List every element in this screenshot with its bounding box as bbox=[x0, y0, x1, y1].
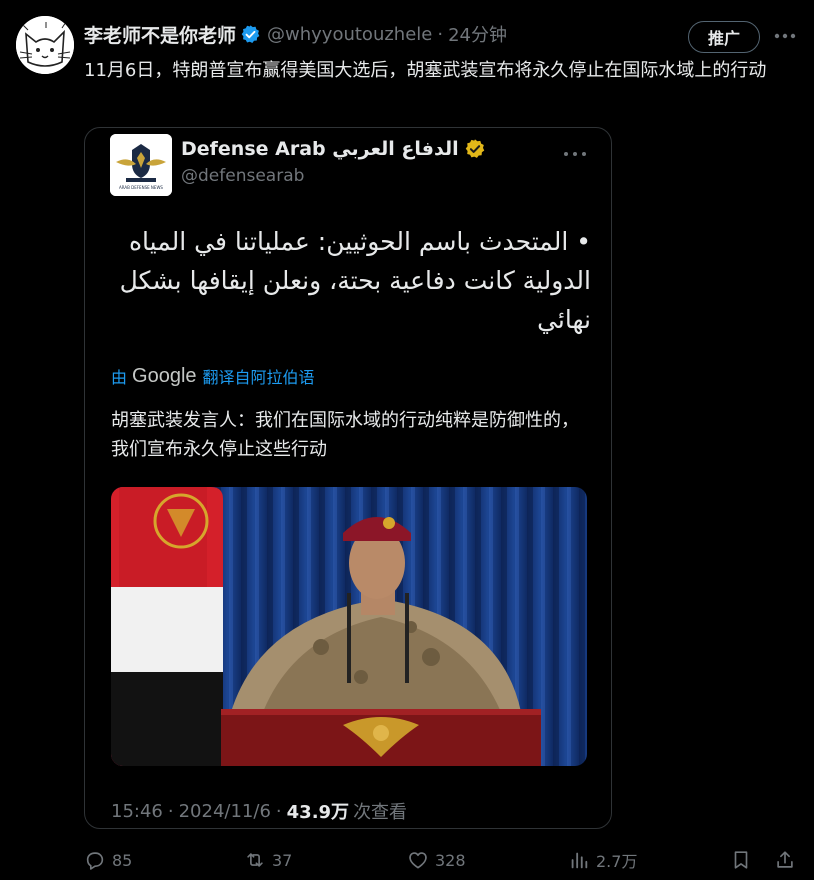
quoted-header: Defense Arab الدفاع العربي bbox=[181, 138, 486, 160]
separator-dot: · bbox=[275, 800, 282, 822]
views-count: 2.7万 bbox=[596, 852, 638, 871]
bookmark-button[interactable] bbox=[730, 846, 752, 874]
translated-by-label: 由 bbox=[111, 368, 128, 387]
quoted-post-date[interactable]: 2024/11/6 bbox=[179, 801, 271, 822]
quoted-post-meta: 15:46 · 2024/11/6 · 43.9万 次查看 bbox=[111, 798, 407, 824]
quoted-post-card[interactable]: ARAB DEFENSE NEWS Defense Arab الدفاع ال… bbox=[84, 127, 612, 829]
analytics-icon bbox=[571, 852, 588, 869]
translated-text: 胡塞武装发言人：我们在国际水域的行动纯粹是防御性的，我们宣布永久停止这些行动 bbox=[111, 410, 579, 460]
translation-attribution: 由 Google 翻译自阿拉伯语 bbox=[111, 364, 315, 388]
quoted-handle[interactable]: @defensearab bbox=[181, 166, 304, 186]
action-bar: 85 37 328 2.7万 bbox=[84, 846, 800, 874]
share-button[interactable] bbox=[774, 846, 796, 874]
spokesman-photo bbox=[111, 487, 587, 766]
translated-from-link[interactable]: 翻译自阿拉伯语 bbox=[203, 364, 315, 388]
author-handle[interactable]: @whyyoutouzhele bbox=[267, 24, 432, 45]
quoted-post-time[interactable]: 15:46 bbox=[111, 801, 163, 822]
google-logo: Google bbox=[132, 364, 197, 387]
gold-verified-badge-icon[interactable] bbox=[464, 138, 486, 160]
heart-icon bbox=[409, 852, 427, 869]
post-text: 11月6日，特朗普宣布赢得美国大选后，胡塞武装宣布将永久停止在国际水域上的行动 bbox=[84, 60, 767, 81]
defense-arab-logo-icon: ARAB DEFENSE NEWS bbox=[110, 134, 172, 196]
tweet: 李老师不是你老师 @whyyoutouzhele · 24分钟 推广 11月6日… bbox=[0, 0, 814, 880]
repost-count: 37 bbox=[272, 850, 293, 870]
repost-icon bbox=[247, 853, 263, 867]
separator-dot: · bbox=[167, 800, 174, 822]
separator-dot: · bbox=[437, 23, 444, 45]
verified-badge-icon[interactable] bbox=[240, 24, 261, 45]
like-count: 328 bbox=[435, 850, 466, 870]
author-display-name[interactable]: 李老师不是你老师 bbox=[84, 21, 236, 48]
promote-button[interactable]: 推广 bbox=[688, 21, 760, 53]
more-options-button[interactable] bbox=[770, 24, 800, 48]
quoted-views-label: 次查看 bbox=[353, 802, 408, 823]
logo-caption: ARAB DEFENSE NEWS bbox=[119, 185, 163, 190]
more-horizontal-icon bbox=[564, 152, 586, 156]
reply-icon bbox=[86, 852, 104, 870]
quoted-more-options-button[interactable] bbox=[563, 142, 587, 156]
views-button[interactable]: 2.7万 bbox=[568, 846, 637, 874]
share-icon bbox=[777, 851, 793, 868]
reply-count: 85 bbox=[112, 850, 133, 870]
post-header: 李老师不是你老师 @whyyoutouzhele · 24分钟 bbox=[84, 19, 507, 49]
more-horizontal-icon bbox=[774, 33, 796, 39]
repost-button[interactable]: 37 bbox=[244, 846, 292, 874]
reply-button[interactable]: 85 bbox=[84, 846, 132, 874]
quoted-display-name[interactable]: Defense Arab الدفاع العربي bbox=[181, 138, 459, 160]
quoted-author-avatar[interactable]: ARAB DEFENSE NEWS bbox=[110, 134, 172, 196]
quoted-media-image[interactable] bbox=[111, 487, 587, 766]
bookmark-icon bbox=[734, 851, 748, 869]
post-time[interactable]: 24分钟 bbox=[448, 21, 507, 47]
quoted-views-count: 43.9万 bbox=[286, 802, 350, 823]
author-avatar[interactable] bbox=[16, 16, 74, 74]
cat-doodle-avatar-icon bbox=[16, 16, 74, 74]
like-button[interactable]: 328 bbox=[407, 846, 466, 874]
quoted-arabic-text: • المتحدث باسم الحوثيين: عملياتنا في الم… bbox=[119, 227, 591, 334]
